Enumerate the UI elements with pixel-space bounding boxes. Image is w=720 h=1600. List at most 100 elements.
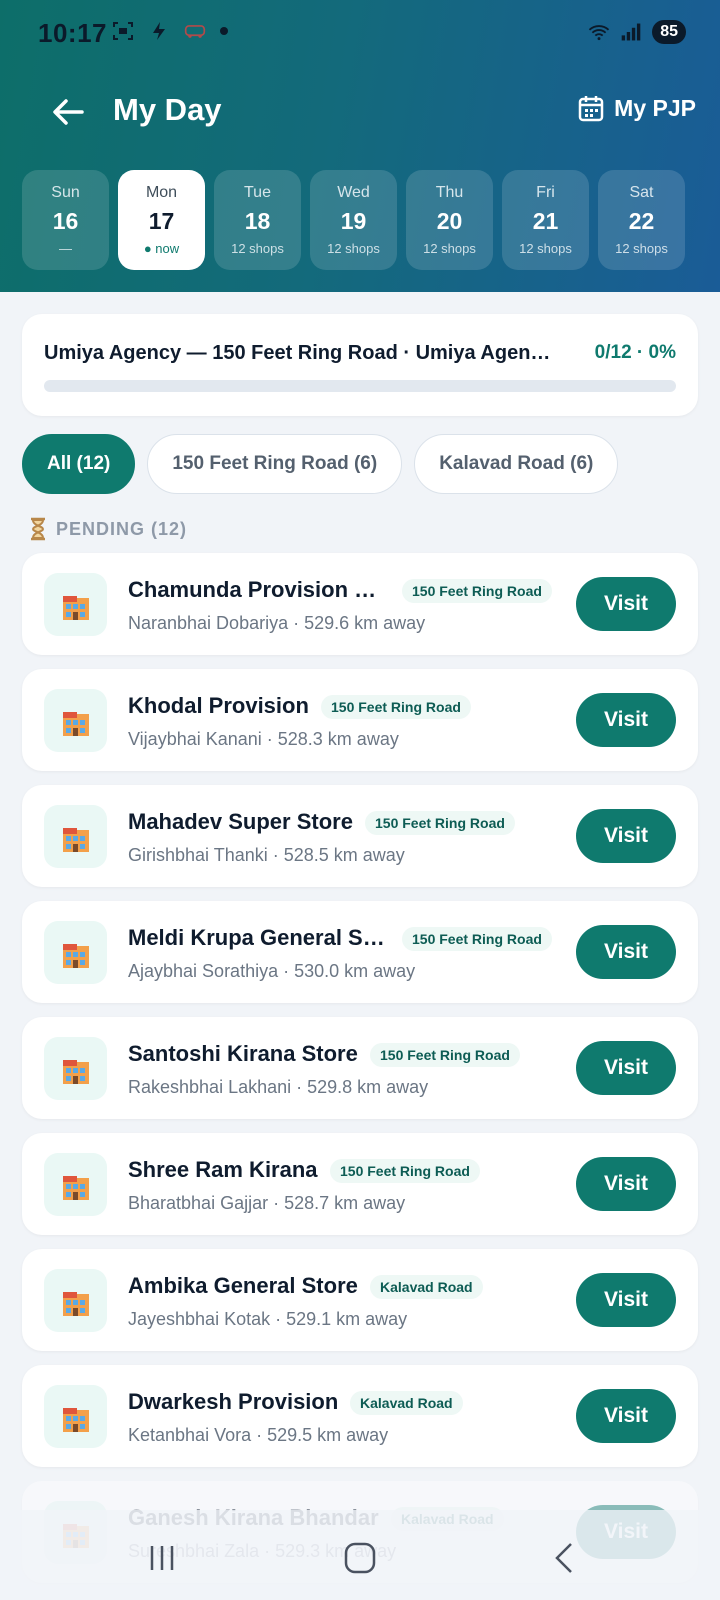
day-tab-wed[interactable]: Wed 19 12 shops <box>310 170 397 270</box>
shop-owner-distance: Bharatbhai Gajjar · 528.7 km away <box>128 1193 406 1213</box>
day-shop-count: 12 shops <box>615 241 668 256</box>
day-name: Sun <box>51 184 80 201</box>
route-progress-bar <box>44 380 676 392</box>
system-navigation-bar <box>0 1510 720 1600</box>
day-tab-fri[interactable]: Fri 21 12 shops <box>502 170 589 270</box>
day-tab-tue[interactable]: Tue 18 12 shops <box>214 170 301 270</box>
filter-chip[interactable]: 150 Feet Ring Road (6) <box>147 434 403 494</box>
day-date: 19 <box>340 208 367 234</box>
back-button[interactable] <box>48 92 88 132</box>
visit-button[interactable]: Visit <box>576 1273 676 1327</box>
shop-card[interactable]: Mahadev Super Store 150 Feet Ring Road Gir… <box>22 785 698 887</box>
day-date: 20 <box>436 208 463 234</box>
shop-name: Chamunda Provision Store <box>128 577 390 602</box>
wifi-icon <box>588 21 610 43</box>
day-date: 22 <box>628 208 655 234</box>
shop-card[interactable]: Ambika General Store Kalavad Road Jayeshbh… <box>22 1249 698 1351</box>
day-date: 18 <box>244 208 271 234</box>
day-name: Wed <box>337 184 370 201</box>
shop-owner-distance: Ajaybhai Sorathiya · 530.0 km away <box>128 961 416 981</box>
shop-name: Mahadev Super Store <box>128 809 353 834</box>
calendar-icon <box>578 96 604 122</box>
pending-section-header: PENDING (12) <box>28 517 187 541</box>
status-bar: 10:17 85 <box>0 0 720 70</box>
shop-list: Chamunda Provision Store 150 Feet Ring Ro… <box>22 553 698 1597</box>
visit-button[interactable]: Visit <box>576 1389 676 1443</box>
day-tab-thu[interactable]: Thu 20 12 shops <box>406 170 493 270</box>
route-tag: Kalavad Road <box>350 1391 463 1415</box>
shop-card[interactable]: Meldi Krupa General Store 150 Feet Ring R… <box>22 901 698 1003</box>
shop-building-icon <box>62 1059 89 1084</box>
route-tag: Kalavad Road <box>370 1275 483 1299</box>
shop-card[interactable]: Shree Ram Kirana 150 Feet Ring Road Bharat… <box>22 1133 698 1235</box>
day-date: 17 <box>148 208 175 234</box>
visit-button[interactable]: Visit <box>576 1157 676 1211</box>
shop-owner-distance: Jayeshbhai Kotak · 529.1 km away <box>128 1309 408 1329</box>
status-time: 10:17 <box>38 18 107 48</box>
day-name: Fri <box>536 184 555 201</box>
route-tag: 150 Feet Ring Road <box>321 695 471 719</box>
shop-name: Khodal Provision <box>128 693 309 718</box>
day-date: 21 <box>532 208 559 234</box>
shop-card[interactable]: Khodal Provision 150 Feet Ring Road Vijayb… <box>22 669 698 771</box>
shop-icon <box>44 1153 107 1216</box>
day-tab-sun[interactable]: Sun 16 — <box>22 170 109 270</box>
day-name: Tue <box>244 184 271 201</box>
day-name: Mon <box>145 184 178 201</box>
shop-icon <box>44 573 107 636</box>
route-summary-title: Umiya Agency — 150 Feet Ring Road · Umiy… <box>44 342 554 364</box>
shop-owner-distance: Vijaybhai Kanani · 528.3 km away <box>128 729 399 749</box>
shop-card[interactable]: Santoshi Kirana Store 150 Feet Ring Road R… <box>22 1017 698 1119</box>
route-progress-text: 0/12 · 0% <box>594 342 676 363</box>
shop-card[interactable]: Dwarkesh Provision Kalavad Road Ketanbhai … <box>22 1365 698 1467</box>
day-name: Thu <box>435 184 464 201</box>
visit-button[interactable]: Visit <box>576 925 676 979</box>
visit-button[interactable]: Visit <box>576 577 676 631</box>
visit-button[interactable]: Visit <box>576 693 676 747</box>
day-tab-sat[interactable]: Sat 22 12 shops <box>598 170 685 270</box>
shop-owner-distance: Girishbhai Thanki · 528.5 km away <box>128 845 405 865</box>
shop-building-icon <box>62 1291 89 1316</box>
filter-chip[interactable]: All (12) <box>22 434 136 494</box>
shop-building-icon <box>62 943 89 968</box>
day-tab-mon[interactable]: Mon 17 ● now <box>118 170 205 270</box>
day-shop-count: — <box>59 241 72 256</box>
route-filter-chips: All (12) 150 Feet Ring Road (6) Kalavad Ro… <box>22 434 619 494</box>
week-day-selector: Sun 16 — Mon 17 ● now Tue 18 12 shops Wed 19 12 sho… <box>22 170 685 270</box>
day-shop-count: 12 shops <box>519 241 572 256</box>
shop-icon <box>44 805 107 868</box>
shop-icon <box>44 921 107 984</box>
filter-chip[interactable]: Kalavad Road (6) <box>414 434 619 494</box>
pending-section-label: PENDING (12) <box>56 518 188 539</box>
battery-level: 85 <box>652 20 686 44</box>
system-back-button[interactable] <box>544 1538 584 1578</box>
route-summary-card: Umiya Agency — 150 Feet Ring Road · Umiy… <box>22 314 698 416</box>
route-tag: 150 Feet Ring Road <box>370 1043 520 1067</box>
shop-building-icon <box>62 1407 89 1432</box>
shop-owner-distance: Ketanbhai Vora · 529.5 km away <box>128 1425 389 1445</box>
hourglass-icon <box>31 517 45 541</box>
day-shop-count: ● now <box>143 241 180 256</box>
shop-icon <box>44 689 107 752</box>
shop-icon <box>44 1269 107 1332</box>
my-pjp-button[interactable]: My PJP <box>578 94 696 122</box>
notification-dot-icon <box>220 27 228 35</box>
route-tag: 150 Feet Ring Road <box>402 579 552 603</box>
page-title: My Day <box>113 92 222 127</box>
chevron-left-icon <box>555 1543 572 1573</box>
day-shop-count: 12 shops <box>231 241 284 256</box>
shop-name: Shree Ram Kirana <box>128 1157 318 1182</box>
signal-icon <box>620 21 642 43</box>
recent-apps-button[interactable] <box>142 1538 182 1578</box>
shop-card[interactable]: Chamunda Provision Store 150 Feet Ring Ro… <box>22 553 698 655</box>
bus-icon <box>184 20 206 42</box>
visit-button[interactable]: Visit <box>576 809 676 863</box>
day-shop-count: 12 shops <box>327 241 380 256</box>
shop-name: Meldi Krupa General Store <box>128 925 390 950</box>
home-icon <box>344 1542 376 1574</box>
home-button[interactable] <box>340 1538 380 1578</box>
shop-name: Dwarkesh Provision <box>128 1389 339 1414</box>
shop-building-icon <box>62 711 89 736</box>
visit-button[interactable]: Visit <box>576 1041 676 1095</box>
shop-icon <box>44 1385 107 1448</box>
